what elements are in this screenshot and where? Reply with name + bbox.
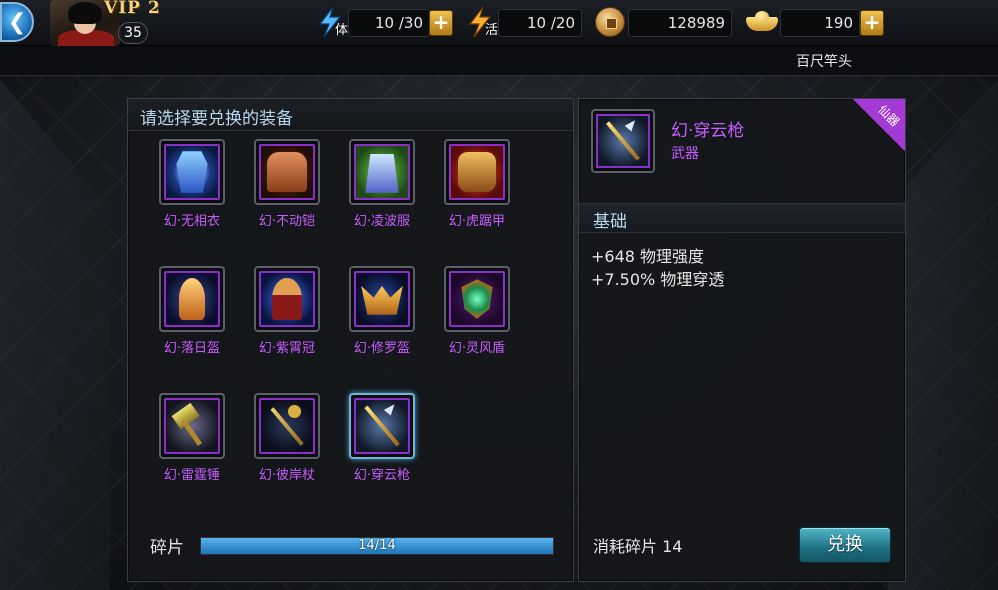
selected-item-slot (591, 109, 655, 173)
coin-value: 128989 (628, 9, 732, 37)
helmet-asura-icon (354, 271, 410, 327)
armor-wave-icon (354, 144, 410, 200)
equipment-item[interactable]: 幻·虎踞甲 (431, 139, 511, 239)
back-button[interactable]: ❮ (0, 2, 34, 42)
stat-line: +7.50% 物理穿透 (591, 270, 725, 289)
coin-icon (592, 4, 628, 40)
fragment-progress-bar: 14/14 (200, 537, 554, 555)
fragment-label: 碎片 (150, 538, 184, 558)
equipment-list-panel: 请选择要兑换的装备 幻·无相衣 幻·不动铠 幻·凌波服 幻·虎踞甲 幻·落日盔 … (127, 98, 574, 582)
equipment-item[interactable]: 幻·无相衣 (146, 139, 226, 239)
section-header: 基础 (579, 203, 905, 233)
section-title: 基础 (593, 212, 627, 232)
equipment-item[interactable]: 幻·灵风盾 (431, 266, 511, 366)
ingot-add-button[interactable]: + (860, 10, 884, 36)
equipment-item[interactable]: 幻·不动铠 (241, 139, 321, 239)
helmet-crown-icon (259, 271, 315, 327)
ingot-value: 190 (780, 9, 860, 37)
stamina-icon: 体 (312, 4, 348, 40)
vip-label: VIP 2 (104, 0, 161, 18)
vitality-value: 10 /20 (498, 9, 582, 37)
vitality-icon: 活 (462, 4, 498, 40)
selected-item-name: 幻·穿云枪 (671, 121, 745, 141)
level-badge: 35 (118, 22, 148, 44)
stamina-add-button[interactable]: + (429, 10, 453, 36)
stat-line: +648 物理强度 (591, 247, 705, 266)
progress-text: 14/14 (358, 538, 396, 553)
top-bar: ❮ VIP 2 35 体 10 /30 + 活 10 /20 128989 19… (0, 0, 998, 46)
list-title: 请选择要兑换的装备 (140, 109, 293, 129)
arrow-left-icon: ❮ (7, 9, 27, 35)
selected-item-type: 武器 (671, 146, 699, 162)
equipment-item[interactable]: 幻·彼岸杖 (241, 393, 321, 493)
sub-bar: 百尺竿头 (0, 46, 998, 76)
armor-tiger-icon (449, 144, 505, 200)
staff-shore-icon (259, 398, 315, 454)
equipment-item[interactable]: 幻·修罗盔 (336, 266, 416, 366)
fragment-cost: 消耗碎片 14 (593, 537, 683, 556)
spear-cloud-icon (596, 114, 650, 168)
hammer-thunder-icon (164, 398, 220, 454)
stamina-value: 10 /30 (348, 9, 430, 37)
spear-cloud-icon (354, 398, 410, 454)
equipment-item[interactable]: 幻·紫霄冠 (241, 266, 321, 366)
equipment-item[interactable]: 幻·落日盔 (146, 266, 226, 366)
equipment-item[interactable]: 幻·凌波服 (336, 139, 416, 239)
exchange-button[interactable]: 兑换 (799, 527, 891, 563)
list-header: 请选择要兑换的装备 (128, 99, 573, 131)
equipment-item-selected[interactable]: 幻·穿云枪 (336, 393, 416, 493)
shield-wind-icon (449, 271, 505, 327)
armor-robe-icon (164, 144, 220, 200)
event-title: 百尺竿头 (796, 54, 852, 70)
ingot-icon (744, 4, 780, 40)
rarity-badge: 仙器 (853, 99, 905, 151)
helmet-sunset-icon (164, 271, 220, 327)
equipment-item[interactable]: 幻·雷霆锤 (146, 393, 226, 493)
equipment-detail-panel: 幻·穿云枪 武器 仙器 基础 +648 物理强度 +7.50% 物理穿透 消耗碎… (578, 98, 906, 582)
armor-plate-icon (259, 144, 315, 200)
